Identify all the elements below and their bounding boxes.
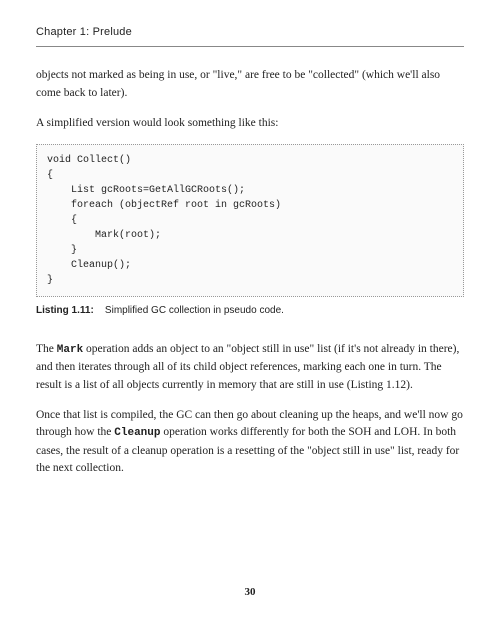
inline-code-cleanup: Cleanup xyxy=(114,427,160,439)
chapter-header: Chapter 1: Prelude xyxy=(36,24,464,47)
paragraph-3: The Mark operation adds an object to an … xyxy=(36,341,464,395)
paragraph-1: objects not marked as being in use, or "… xyxy=(36,67,464,103)
listing-label: Listing 1.11: xyxy=(36,305,94,316)
listing-text: Simplified GC collection in pseudo code. xyxy=(105,305,284,316)
paragraph-2: A simplified version would look somethin… xyxy=(36,115,464,133)
page-number: 30 xyxy=(0,584,500,601)
code-listing: void Collect() { List gcRoots=GetAllGCRo… xyxy=(36,144,464,297)
inline-code-mark: Mark xyxy=(57,344,83,356)
paragraph-4: Once that list is compiled, the GC can t… xyxy=(36,407,464,478)
listing-caption: Listing 1.11: Simplified GC collection i… xyxy=(36,303,464,319)
